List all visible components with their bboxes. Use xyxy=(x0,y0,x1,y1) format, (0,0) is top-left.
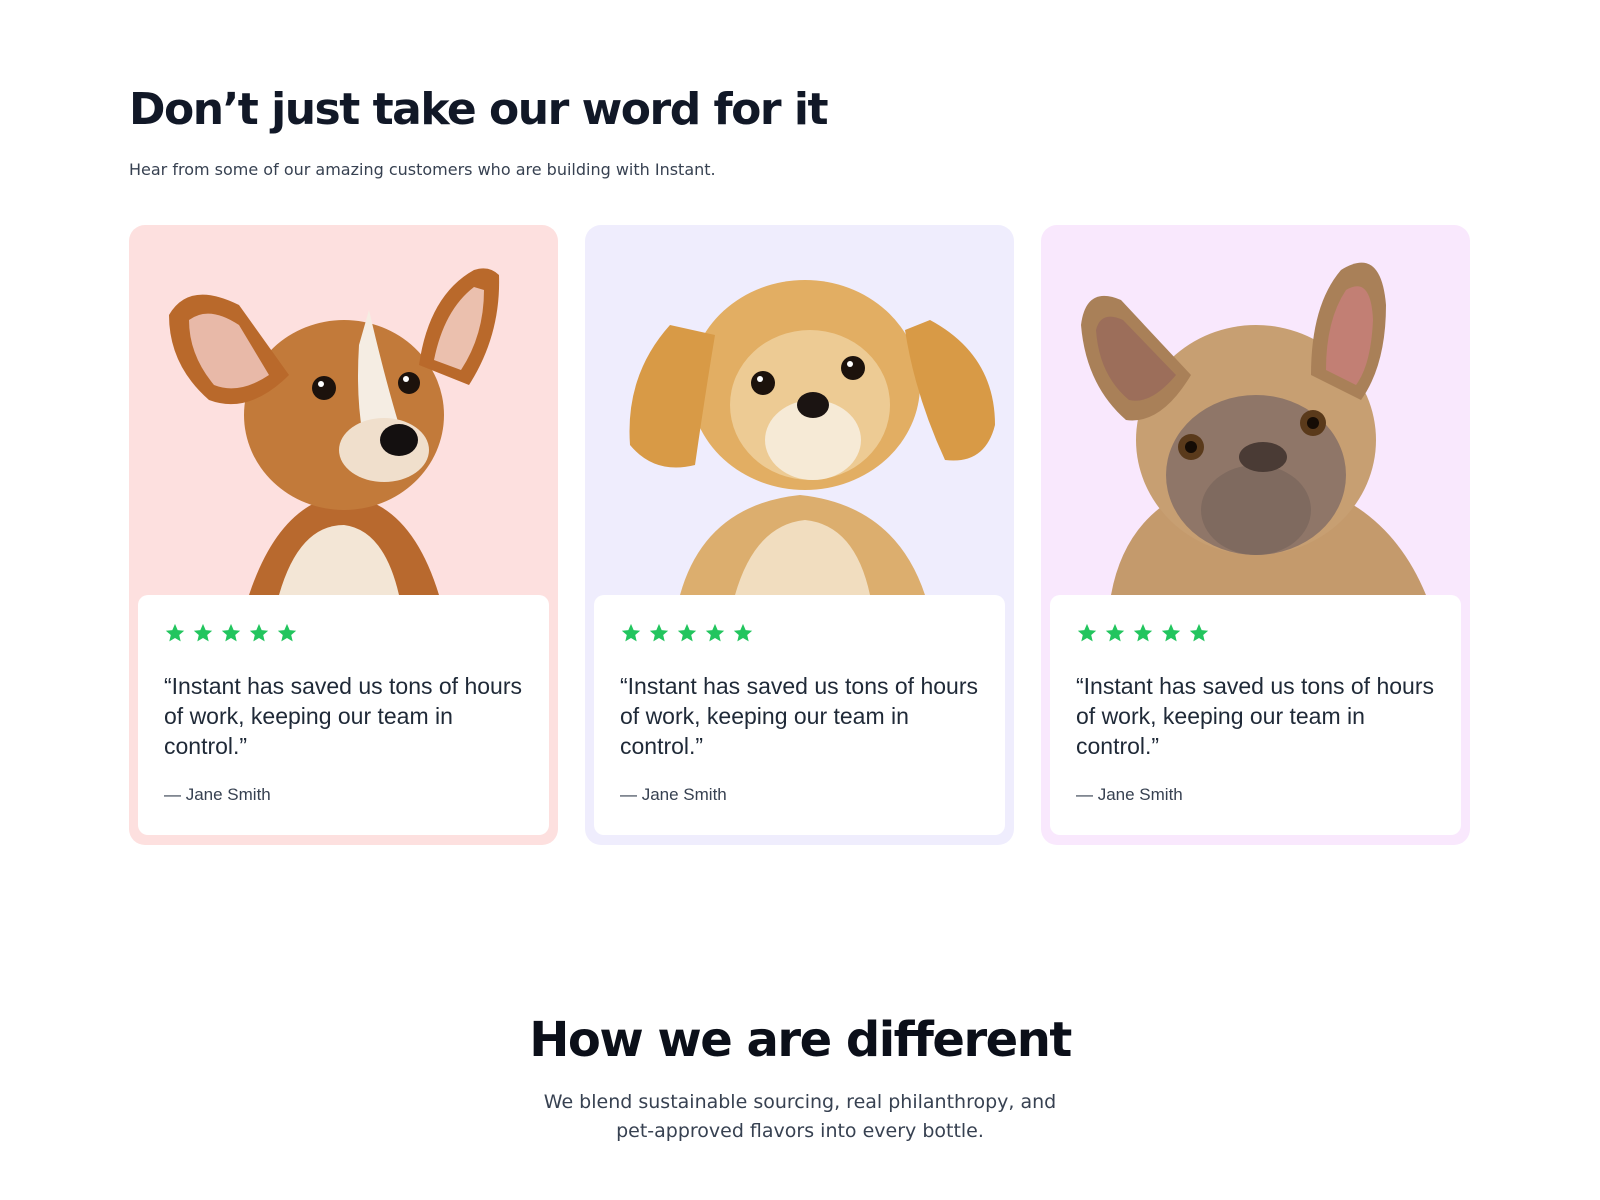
star-rating xyxy=(1076,621,1435,645)
star-icon xyxy=(649,623,669,642)
star-icon xyxy=(249,623,269,642)
testimonials-subtitle: Hear from some of our amazing customers … xyxy=(129,160,716,179)
testimonial-quote: “Instant has saved us tons of hours of w… xyxy=(164,673,522,759)
star-icon xyxy=(277,623,297,642)
star-icon xyxy=(733,623,753,642)
star-icon xyxy=(1105,623,1125,642)
different-subtitle: We blend sustainable sourcing, real phil… xyxy=(543,1091,1057,1142)
star-icon xyxy=(621,623,641,642)
testimonial-card: “Instant has saved us tons of hours of w… xyxy=(1041,225,1470,845)
star-icon xyxy=(165,623,185,642)
star-icon xyxy=(1189,623,1209,642)
star-rating xyxy=(164,621,523,645)
star-icon xyxy=(193,623,213,642)
testimonials-section: Don’t just take our word for it Hear fro… xyxy=(129,80,1470,845)
testimonial-author: — Jane Smith xyxy=(620,785,727,804)
testimonial-quote: “Instant has saved us tons of hours of w… xyxy=(1076,673,1434,759)
star-icon xyxy=(677,623,697,642)
different-title: How we are different xyxy=(529,1012,1072,1068)
testimonial-quote: “Instant has saved us tons of hours of w… xyxy=(620,673,978,759)
testimonial-cards: “Instant has saved us tons of hours of w… xyxy=(129,225,1470,845)
testimonial-card: “Instant has saved us tons of hours of w… xyxy=(585,225,1014,845)
star-icon xyxy=(1133,623,1153,642)
testimonial-card: “Instant has saved us tons of hours of w… xyxy=(129,225,558,845)
how-we-are-different-section: How we are different We blend sustainabl… xyxy=(0,1010,1600,1146)
star-icon xyxy=(1077,623,1097,642)
star-rating xyxy=(620,621,979,645)
page: Don’t just take our word for it Hear fro… xyxy=(0,0,1600,1200)
testimonial-author: — Jane Smith xyxy=(164,785,271,804)
testimonials-title: Don’t just take our word for it xyxy=(129,84,829,135)
star-icon xyxy=(1161,623,1181,642)
star-icon xyxy=(705,623,725,642)
testimonial-quote-box: “Instant has saved us tons of hours of w… xyxy=(138,595,549,835)
testimonial-quote-box: “Instant has saved us tons of hours of w… xyxy=(1050,595,1461,835)
testimonial-quote-box: “Instant has saved us tons of hours of w… xyxy=(594,595,1005,835)
star-icon xyxy=(221,623,241,642)
testimonial-author: — Jane Smith xyxy=(1076,785,1183,804)
